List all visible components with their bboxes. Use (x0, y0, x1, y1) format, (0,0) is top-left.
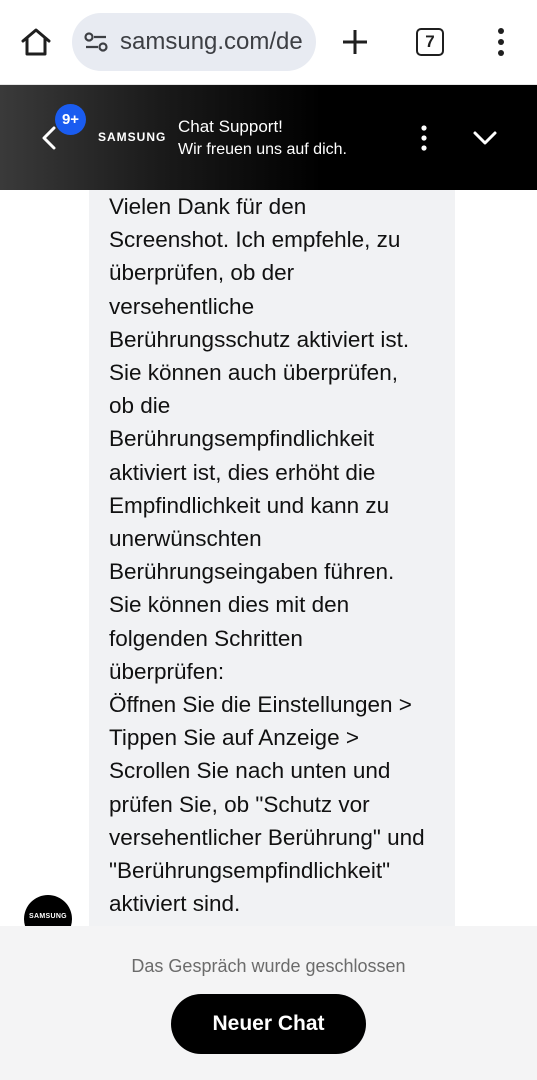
address-bar[interactable]: samsung.com/de (72, 13, 316, 71)
browser-toolbar: samsung.com/de 7 (0, 0, 537, 85)
new-chat-button[interactable]: Neuer Chat (171, 994, 366, 1054)
message-text: Vielen Dank für den Screenshot. Ich empf… (109, 194, 425, 917)
chat-title: Chat Support! (178, 117, 283, 136)
site-settings-icon[interactable] (83, 30, 109, 54)
chat-messages[interactable]: Vielen Dank für den Screenshot. Ich empf… (0, 190, 537, 926)
chat-subtitle: Wir freuen uns auf dich. (178, 141, 347, 158)
samsung-logo: SAMSUNG (98, 130, 167, 144)
tabs-button[interactable]: 7 (416, 28, 444, 56)
home-icon[interactable] (18, 24, 54, 60)
more-vert-icon[interactable] (490, 26, 512, 58)
conversation-closed-text: Das Gespräch wurde geschlossen (131, 956, 406, 976)
plus-icon (343, 30, 367, 54)
chat-header (0, 85, 537, 190)
avatar: SAMSUNG (24, 895, 72, 926)
url-text: samsung.com/de (120, 28, 303, 55)
kebab-icon[interactable] (414, 123, 434, 153)
chevron-down-icon[interactable] (470, 125, 500, 151)
notification-badge: 9+ (55, 104, 86, 135)
avatar-label: SAMSUNG (29, 913, 67, 920)
new-tab-button[interactable] (338, 25, 372, 59)
agent-message-bubble: Vielen Dank für den Screenshot. Ich empf… (89, 190, 455, 926)
chat-footer: Das Gespräch wurde geschlossen Neuer Cha… (0, 926, 537, 1080)
